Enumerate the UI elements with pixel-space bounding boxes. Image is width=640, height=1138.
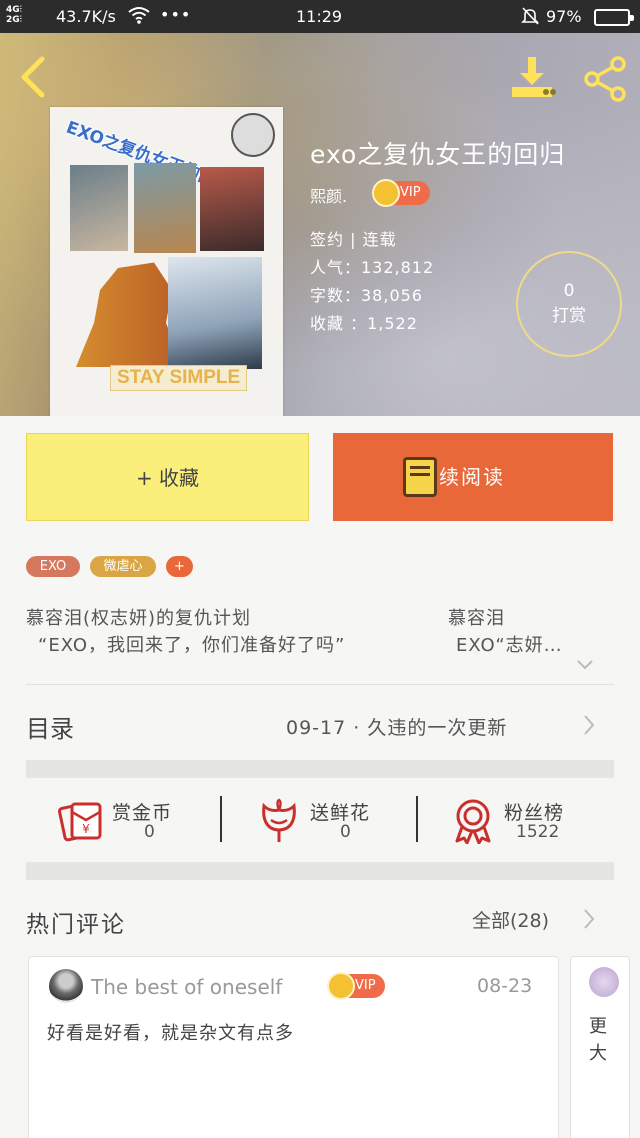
book-cover[interactable]: EXO之复仇女王的回归 STAY SIMPLE	[50, 107, 283, 416]
reward-label: 打赏	[552, 306, 586, 326]
svg-text:¥: ¥	[82, 822, 90, 836]
stat-label: 粉丝榜	[504, 802, 565, 824]
all-comments-chevron-icon[interactable]	[582, 908, 596, 930]
vip-label: VIP	[400, 185, 421, 200]
synopsis-line: 慕容泪	[448, 608, 505, 629]
stat-value: 0	[144, 822, 155, 842]
clock: 11:29	[296, 7, 343, 26]
divider	[26, 684, 614, 685]
stat-label: 赏金币	[112, 802, 173, 824]
battery-icon	[594, 9, 634, 26]
divider	[416, 796, 418, 842]
status-bar: 4G⫶ 2G⫶ 43.7K/s ••• 11:29 97%	[0, 0, 640, 33]
catalog-label[interactable]: 目录	[26, 709, 74, 744]
vip-label: VIP	[355, 978, 376, 993]
comment-card[interactable]: 更大	[570, 956, 630, 1138]
cover-photo	[168, 257, 262, 369]
stat-flowers[interactable]: 送鲜花 0	[256, 796, 386, 846]
comment-text: 更大	[589, 1016, 607, 1064]
synopsis-line: “EXO，我回来了，你们准备好了吗”	[38, 635, 346, 656]
book-favorites: 收藏 ：1,522	[310, 314, 418, 333]
crown-icon	[372, 179, 400, 207]
collect-button[interactable]: + 收藏	[26, 433, 309, 521]
book-header: EXO之复仇女王的回归 STAY SIMPLE exo之复仇女王的回归 熙颜. …	[0, 33, 640, 416]
net-speed: 43.7K/s	[56, 7, 116, 26]
comment-date: 08-23	[477, 975, 533, 997]
hot-comments-title: 热门评论	[26, 912, 126, 938]
wifi-icon	[128, 6, 150, 28]
book-popularity: 人气：132,812	[310, 258, 435, 277]
back-icon[interactable]	[14, 53, 54, 101]
synopsis-line: 慕容泪(权志妍)的复仇计划	[26, 608, 252, 629]
cover-photo	[200, 167, 264, 251]
red-envelope-icon: ¥	[58, 798, 104, 844]
medal-icon	[450, 798, 496, 845]
latest-chapter[interactable]: 09-17 · 久违的一次更新	[286, 713, 507, 740]
avatar[interactable]	[589, 967, 619, 997]
add-tag-button[interactable]: +	[166, 556, 193, 577]
more-icon: •••	[160, 5, 192, 24]
download-icon[interactable]	[508, 55, 558, 101]
stat-fans[interactable]: 粉丝榜 1522	[450, 796, 590, 846]
stat-value: 0	[340, 822, 351, 842]
cover-seal	[231, 113, 275, 157]
synopsis-line: EXO“志妍…	[456, 635, 563, 656]
reward-button[interactable]: 0 打赏	[516, 251, 622, 357]
section-band	[26, 760, 614, 778]
crown-icon	[327, 972, 355, 1000]
tag-exo[interactable]: EXO	[26, 556, 80, 577]
stat-coins[interactable]: ¥ 赏金币 0	[58, 796, 188, 846]
expand-chevron-icon[interactable]	[576, 656, 594, 674]
stat-value: 1522	[516, 822, 560, 842]
mute-bell-icon	[520, 6, 540, 30]
flower-icon	[256, 798, 302, 844]
catalog-chevron-icon[interactable]	[582, 714, 596, 736]
stat-label: 送鲜花	[310, 802, 371, 824]
section-band	[26, 862, 614, 880]
comment-username[interactable]: The best of oneself	[91, 975, 282, 999]
comment-card[interactable]: The best of oneself VIP 08-23 好看是好看，就是杂文…	[28, 956, 559, 1138]
book-title: exo之复仇女王的回归	[310, 140, 566, 169]
cover-caption: STAY SIMPLE	[110, 365, 248, 391]
continue-reading-button[interactable]: 继续阅读	[333, 433, 613, 521]
vip-badge: VIP	[327, 972, 385, 1000]
book-status: 签约 | 连载	[310, 230, 397, 249]
author-name[interactable]: 熙颜.	[310, 183, 347, 207]
book-icon	[403, 457, 437, 497]
vip-badge: VIP	[372, 179, 430, 207]
battery-percent: 97%	[546, 7, 582, 26]
share-icon[interactable]	[582, 55, 630, 103]
avatar[interactable]	[49, 969, 83, 1003]
tag-weinuexin[interactable]: 微虐心	[90, 556, 156, 577]
book-word-count: 字数：38,056	[310, 286, 423, 305]
divider	[220, 796, 222, 842]
cover-photo	[70, 165, 128, 251]
all-comments-link[interactable]: 全部(28)	[472, 906, 549, 933]
signal-icon: 4G⫶ 2G⫶	[6, 5, 22, 25]
cover-photo	[134, 163, 196, 253]
comment-text: 好看是好看，就是杂文有点多	[47, 1023, 294, 1044]
reward-count: 0	[563, 281, 575, 301]
